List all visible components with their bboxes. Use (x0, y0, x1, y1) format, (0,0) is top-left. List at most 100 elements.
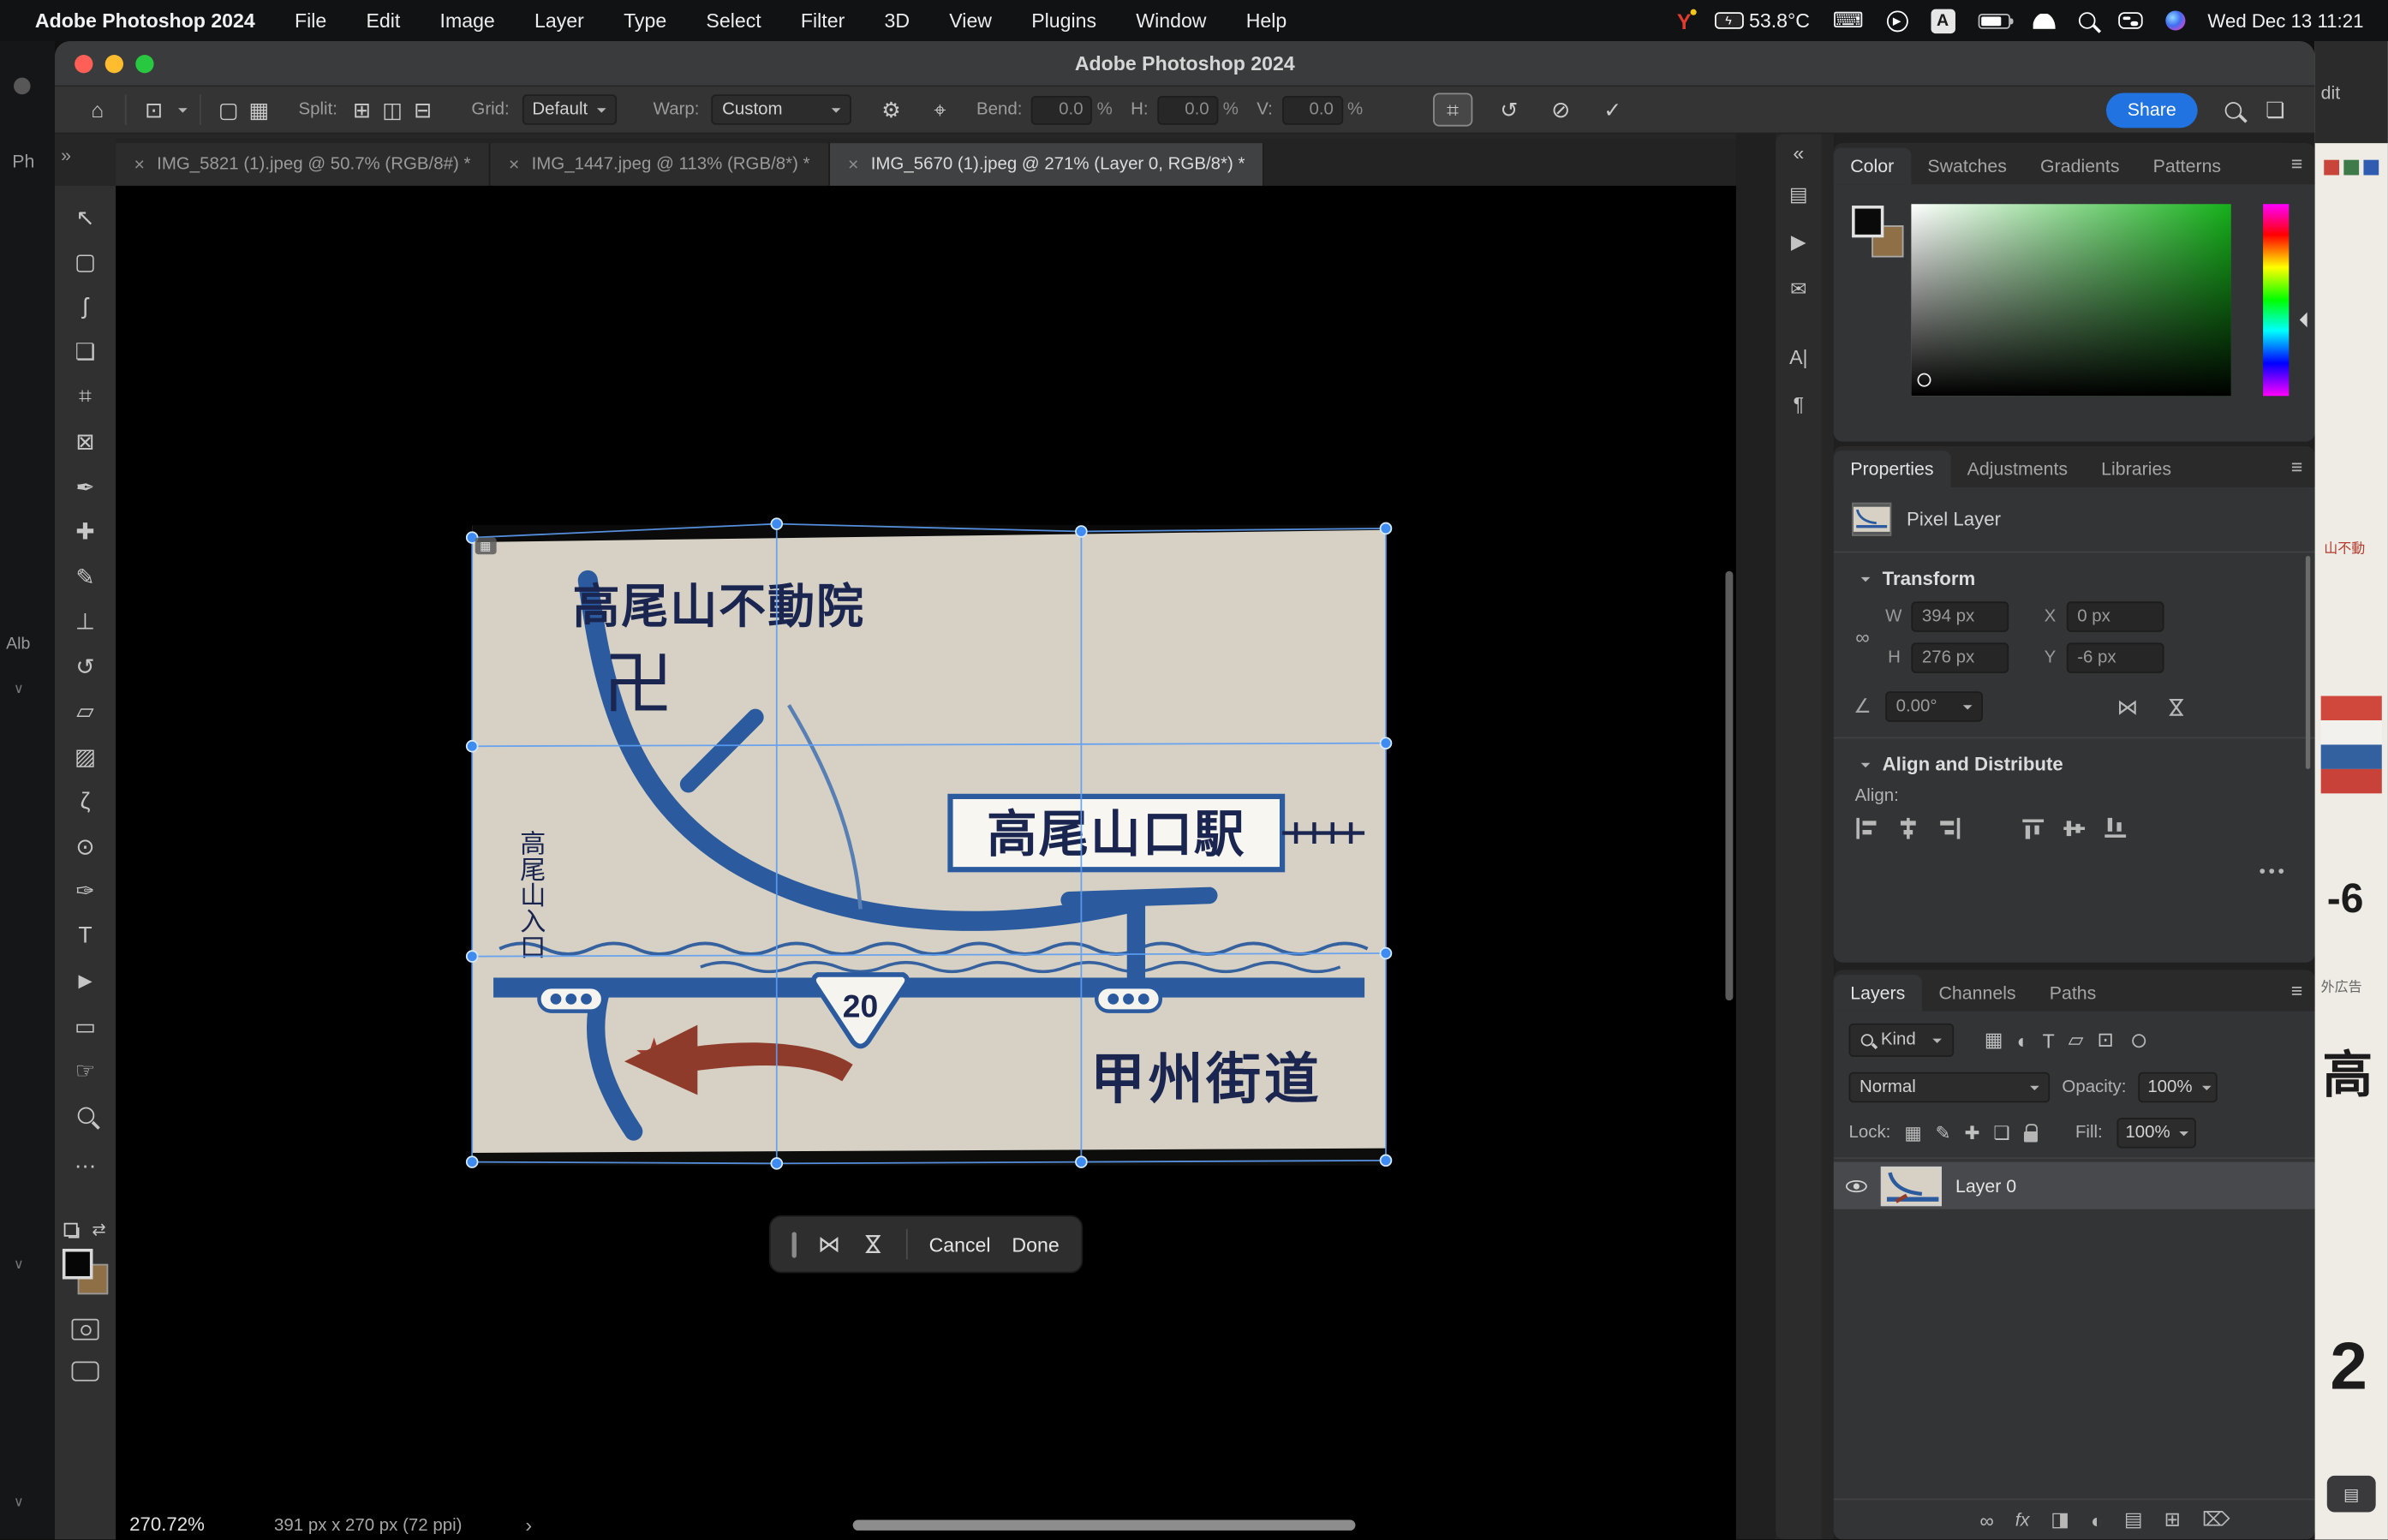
reset-transform-icon[interactable]: ↺ (1494, 93, 1525, 126)
new-group-icon[interactable]: ▤ (2124, 1507, 2143, 1531)
blend-mode-select[interactable]: Normal (1848, 1072, 2050, 1103)
gradient-tool[interactable]: ▨ (55, 734, 116, 779)
menubar-clock[interactable]: Wed Dec 13 11:21 (2207, 10, 2363, 32)
link-layers-icon[interactable]: ∞ (1979, 1508, 1994, 1531)
menu-app-name[interactable]: Adobe Photoshop 2024 (35, 9, 255, 33)
y-field[interactable]: -6 px (2067, 642, 2164, 673)
keyboard-icon[interactable]: ⌨ (1833, 8, 1864, 33)
filter-pixel-layers-icon[interactable]: ▦ (1985, 1028, 2003, 1052)
cancel-button[interactable]: Cancel (929, 1233, 991, 1256)
close-tab-icon[interactable]: × (848, 154, 858, 176)
crop-tool[interactable]: ⌗ (55, 374, 116, 419)
flip-vertical-icon[interactable]: ⋈ (2164, 696, 2189, 718)
dodge-tool[interactable]: ⊙ (55, 824, 116, 868)
tab-patterns[interactable]: Patterns (2136, 147, 2238, 184)
menu-window[interactable]: Window (1136, 9, 1206, 33)
rotation-field[interactable]: 0.00° (1885, 691, 1983, 722)
siri-icon[interactable] (2165, 10, 2185, 30)
flip-horizontal-icon[interactable]: ⋈ (818, 1231, 841, 1258)
search-icon[interactable] (2225, 101, 2242, 118)
v-input[interactable]: 0.0 (1281, 95, 1342, 124)
history-brush-tool[interactable]: ↺ (55, 644, 116, 689)
menu-file[interactable]: File (295, 9, 326, 33)
edit-toolbar-button[interactable]: … (55, 1138, 116, 1183)
more-options-icon[interactable]: ••• (1834, 842, 2315, 881)
drag-handle[interactable] (792, 1232, 797, 1257)
align-center-horizontal-icon[interactable] (1896, 818, 1920, 839)
zoom-tool[interactable] (55, 1094, 116, 1138)
close-tab-icon[interactable]: × (134, 154, 144, 176)
horizontal-scrollbar[interactable] (853, 1519, 1356, 1530)
temperature-status[interactable]: ϟ 53.8°C (1714, 9, 1810, 33)
split-horizontal-icon[interactable]: ⊟ (408, 93, 439, 126)
panel-menu-icon[interactable]: ≡ (2291, 456, 2303, 479)
menu-type[interactable]: Type (624, 9, 666, 33)
grid-select[interactable]: Default (522, 94, 617, 125)
align-section-header[interactable]: Align and Distribute (1834, 738, 2315, 784)
foreground-color-swatch[interactable] (1852, 206, 1884, 237)
battery-icon[interactable] (1978, 13, 2009, 28)
tab-libraries[interactable]: Libraries (2085, 451, 2188, 487)
canvas-area[interactable]: 20 高尾山口駅 高尾山不動院 卍 高尾山入口 甲州街道 ★ (116, 186, 1736, 1540)
new-adjustment-layer-icon[interactable]: ◐ (2091, 1508, 2103, 1531)
height-field[interactable]: 276 px (1911, 642, 2009, 673)
delete-layer-icon[interactable]: ⌦ (2202, 1507, 2230, 1531)
filter-adjustment-layers-icon[interactable]: ◐ (2017, 1029, 2029, 1052)
panel-menu-icon[interactable]: ≡ (2291, 152, 2303, 176)
lock-position-icon[interactable]: ✚ (1964, 1122, 1979, 1143)
layer-thumbnail[interactable] (1881, 1166, 1942, 1205)
warp-legacy-toggle-icon[interactable]: ▢ (213, 93, 244, 126)
double-chevron-right-icon[interactable]: » (61, 145, 71, 166)
h-input[interactable]: 0.0 (1157, 95, 1218, 124)
new-layer-icon[interactable]: ⊞ (2164, 1507, 2181, 1531)
reference-point-icon[interactable]: ⊡ (139, 93, 170, 126)
control-center-icon[interactable] (2118, 12, 2142, 29)
transform-section-header[interactable]: Transform (1834, 552, 2315, 598)
lock-pixels-icon[interactable]: ✎ (1936, 1122, 1951, 1143)
document-tab[interactable]: × IMG_1447.jpeg @ 113% (RGB/8*) * (491, 143, 830, 186)
object-selection-tool[interactable]: ❏ (55, 330, 116, 374)
share-button[interactable]: Share (2106, 93, 2198, 128)
eyedropper-tool[interactable]: ✒ (55, 464, 116, 509)
eraser-tool[interactable]: ▱ (55, 689, 116, 734)
menu-help[interactable]: Help (1246, 9, 1287, 33)
quick-mask-button[interactable] (72, 1319, 99, 1340)
lasso-tool[interactable]: ʃ (55, 284, 116, 329)
zoom-level-field[interactable]: 270.72% (129, 1513, 205, 1535)
commit-transform-icon[interactable]: ✓ (1597, 93, 1628, 126)
character-panel-icon[interactable]: A| (1776, 333, 1821, 380)
menu-select[interactable]: Select (706, 9, 761, 33)
align-top-icon[interactable] (2022, 818, 2046, 839)
screen-mode-button[interactable] (72, 1362, 99, 1382)
tab-paths[interactable]: Paths (2033, 975, 2113, 1012)
type-tool[interactable]: T (55, 914, 116, 958)
status-chevron-icon[interactable]: › (525, 1513, 532, 1537)
paragraph-panel-icon[interactable]: ¶ (1776, 381, 1821, 428)
tab-gradients[interactable]: Gradients (2023, 147, 2136, 184)
x-field[interactable]: 0 px (2067, 601, 2164, 632)
opacity-field[interactable]: 100% (2139, 1072, 2218, 1103)
width-field[interactable]: 394 px (1911, 601, 2009, 632)
warp-select[interactable]: Custom (712, 94, 852, 125)
vertical-scrollbar[interactable] (1725, 571, 1733, 1000)
input-source-icon[interactable]: A (1931, 9, 1955, 33)
close-tab-icon[interactable]: × (509, 154, 519, 176)
menu-edit[interactable]: Edit (366, 9, 400, 33)
comments-panel-icon[interactable]: ✉ (1776, 265, 1821, 312)
warp-grid-icon[interactable]: ▦ (243, 93, 274, 126)
tab-color[interactable]: Color (1834, 147, 1911, 184)
menubar-extra-app-icon[interactable]: Y (1677, 9, 1692, 33)
menu-plugins[interactable]: Plugins (1031, 9, 1096, 33)
toggle-warp-mode-button[interactable]: ⌗ (1433, 93, 1472, 126)
brush-tool[interactable]: ✎ (55, 554, 116, 599)
hue-slider-handle[interactable] (2292, 312, 2307, 327)
workspace-switcher-icon[interactable]: ❏ (2260, 93, 2291, 126)
filter-kind-select[interactable]: Kind (1848, 1024, 1954, 1057)
layer-row-selected[interactable]: Layer 0 (1834, 1162, 2315, 1209)
warp-transform-target[interactable]: 20 高尾山口駅 高尾山不動院 卍 高尾山入口 甲州街道 ★ (472, 525, 1386, 1165)
gear-icon[interactable]: ⚙ (876, 93, 907, 126)
expand-panels-icon[interactable]: « (1776, 134, 1821, 170)
tab-channels[interactable]: Channels (1922, 975, 2033, 1012)
saturation-brightness-field[interactable] (1911, 204, 2230, 396)
smudge-tool[interactable]: ζ (55, 779, 116, 823)
